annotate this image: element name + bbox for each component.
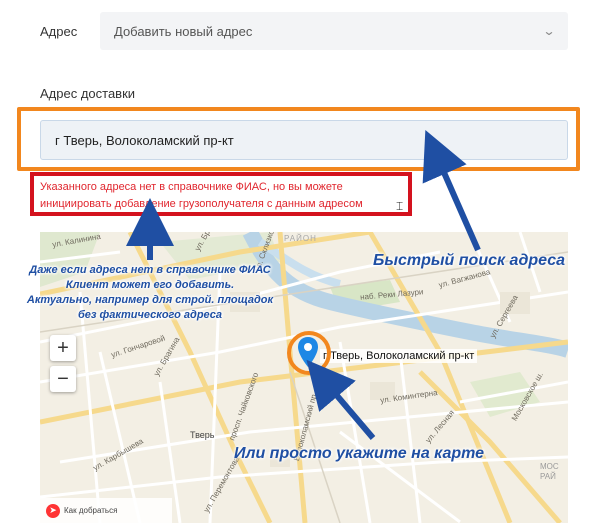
address-label: Адрес <box>40 24 78 39</box>
district-label: РАЙОН <box>284 234 317 243</box>
map-pin-icon[interactable] <box>296 336 320 370</box>
delivery-address-input[interactable]: г Тверь, Волоколамский пр-кт <box>40 120 568 160</box>
chevron-down-icon: ⌄ <box>542 24 556 38</box>
address-select-value: Добавить новый адрес <box>114 23 253 39</box>
plus-icon: + <box>57 337 69 359</box>
annotation-quick-search: Быстрый поиск адреса <box>373 252 565 269</box>
route-link-label: Как добраться <box>64 506 118 515</box>
annotation-line: без фактического адреса <box>77 309 223 321</box>
annotation-line: Актуально, например для строй. площадок <box>26 294 274 306</box>
address-select[interactable]: Добавить новый адрес ⌄ <box>100 12 568 50</box>
route-link[interactable]: ➤ Как добраться <box>40 498 172 523</box>
minus-icon: − <box>57 368 69 390</box>
zoom-out-button[interactable]: − <box>50 366 76 392</box>
zoom-in-button[interactable]: + <box>50 335 76 361</box>
annotation-pick-on-map: Или просто укажите на карте <box>234 445 485 462</box>
delivery-address-value: г Тверь, Волоколамский пр-кт <box>55 132 234 148</box>
district-label-right: МОС РАЙ <box>540 462 559 481</box>
text-cursor-icon: ⌶ <box>396 199 404 213</box>
city-label: Тверь <box>190 430 215 440</box>
annotation-fias-note: Даже если адреса нет в справочнике ФИАС … <box>2 263 298 323</box>
annotation-line: Клиент может его добавить. <box>65 279 235 291</box>
fias-error-message: Указанного адреса нет в справочнике ФИАС… <box>40 181 363 210</box>
map-pin-label: г Тверь, Волоколамский пр-кт <box>320 349 478 363</box>
route-icon: ➤ <box>46 503 60 518</box>
delivery-address-label: Адрес доставки <box>40 86 136 101</box>
annotation-line: Даже если адреса нет в справочнике ФИАС <box>29 264 271 276</box>
